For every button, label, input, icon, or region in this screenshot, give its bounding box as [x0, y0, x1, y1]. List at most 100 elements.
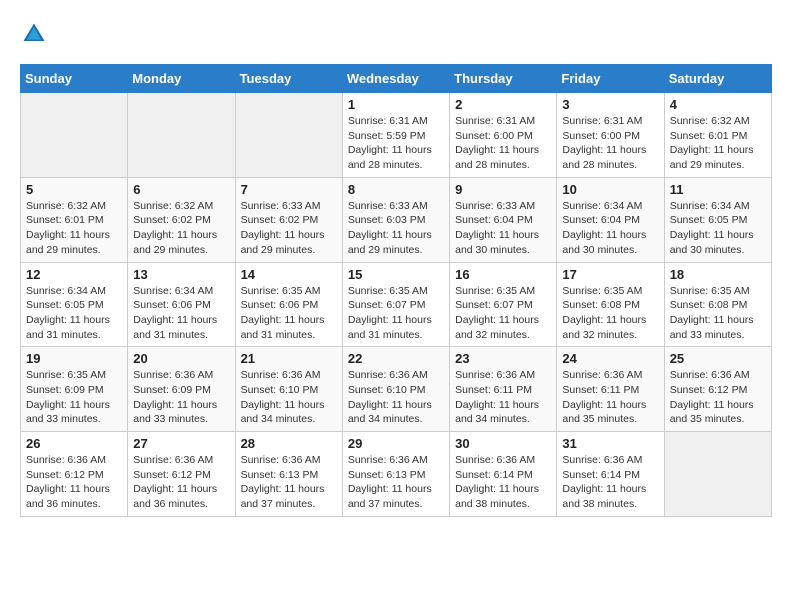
cell-info: Sunrise: 6:33 AMSunset: 6:03 PMDaylight:…	[348, 199, 444, 258]
day-number: 8	[348, 182, 444, 197]
cell-info: Sunrise: 6:32 AMSunset: 6:01 PMDaylight:…	[670, 114, 766, 173]
calendar-cell	[128, 93, 235, 178]
page-header	[20, 20, 772, 48]
calendar-cell: 9 Sunrise: 6:33 AMSunset: 6:04 PMDaylight…	[450, 177, 557, 262]
day-number: 6	[133, 182, 229, 197]
day-number: 24	[562, 351, 658, 366]
day-number: 2	[455, 97, 551, 112]
calendar-cell: 14 Sunrise: 6:35 AMSunset: 6:06 PMDayligh…	[235, 262, 342, 347]
calendar-cell	[21, 93, 128, 178]
cell-info: Sunrise: 6:36 AMSunset: 6:12 PMDaylight:…	[670, 368, 766, 427]
calendar-week-row: 5 Sunrise: 6:32 AMSunset: 6:01 PMDaylight…	[21, 177, 772, 262]
day-number: 17	[562, 267, 658, 282]
calendar-cell: 22Sunrise: 6:36 AMSunset: 6:10 PMDayligh…	[342, 347, 449, 432]
day-number: 4	[670, 97, 766, 112]
day-number: 19	[26, 351, 122, 366]
day-number: 5	[26, 182, 122, 197]
cell-info: Sunrise: 6:34 AMSunset: 6:05 PMDaylight:…	[670, 199, 766, 258]
calendar-week-row: 19 Sunrise: 6:35 AMSunset: 6:09 PMDayligh…	[21, 347, 772, 432]
cell-info: Sunrise: 6:31 AMSunset: 6:00 PMDaylight:…	[455, 114, 551, 173]
cell-info: Sunrise: 6:35 AMSunset: 6:08 PMDaylight:…	[562, 284, 658, 343]
calendar-cell: 10 Sunrise: 6:34 AMSunset: 6:04 PMDayligh…	[557, 177, 664, 262]
day-number: 31	[562, 436, 658, 451]
calendar-cell: 28 Sunrise: 6:36 AMSunset: 6:13 PMDayligh…	[235, 432, 342, 517]
calendar-cell: 26 Sunrise: 6:36 AMSunset: 6:12 PMDayligh…	[21, 432, 128, 517]
cell-info: Sunrise: 6:36 AMSunset: 6:12 PMDaylight:…	[133, 453, 229, 512]
day-number: 21	[241, 351, 337, 366]
day-number: 7	[241, 182, 337, 197]
day-number: 10	[562, 182, 658, 197]
day-number: 16	[455, 267, 551, 282]
calendar-cell: 7 Sunrise: 6:33 AMSunset: 6:02 PMDaylight…	[235, 177, 342, 262]
day-number: 22	[348, 351, 444, 366]
cell-info: Sunrise: 6:33 AMSunset: 6:02 PMDaylight:…	[241, 199, 337, 258]
day-number: 30	[455, 436, 551, 451]
day-number: 27	[133, 436, 229, 451]
column-header-thursday: Thursday	[450, 65, 557, 93]
day-number: 23	[455, 351, 551, 366]
cell-info: Sunrise: 6:36 AMSunset: 6:12 PMDaylight:…	[26, 453, 122, 512]
calendar-cell: 11 Sunrise: 6:34 AMSunset: 6:05 PMDayligh…	[664, 177, 771, 262]
calendar-header-row: SundayMondayTuesdayWednesdayThursdayFrid…	[21, 65, 772, 93]
cell-info: Sunrise: 6:32 AMSunset: 6:01 PMDaylight:…	[26, 199, 122, 258]
logo-icon	[20, 20, 48, 48]
cell-info: Sunrise: 6:36 AMSunset: 6:13 PMDaylight:…	[241, 453, 337, 512]
calendar-cell: 13 Sunrise: 6:34 AMSunset: 6:06 PMDayligh…	[128, 262, 235, 347]
calendar-cell	[664, 432, 771, 517]
column-header-wednesday: Wednesday	[342, 65, 449, 93]
calendar-cell: 30 Sunrise: 6:36 AMSunset: 6:14 PMDayligh…	[450, 432, 557, 517]
calendar-cell: 25 Sunrise: 6:36 AMSunset: 6:12 PMDayligh…	[664, 347, 771, 432]
cell-info: Sunrise: 6:34 AMSunset: 6:05 PMDaylight:…	[26, 284, 122, 343]
calendar-cell: 17 Sunrise: 6:35 AMSunset: 6:08 PMDayligh…	[557, 262, 664, 347]
calendar-cell: 5 Sunrise: 6:32 AMSunset: 6:01 PMDaylight…	[21, 177, 128, 262]
day-number: 20	[133, 351, 229, 366]
day-number: 12	[26, 267, 122, 282]
day-number: 18	[670, 267, 766, 282]
calendar-cell: 4 Sunrise: 6:32 AMSunset: 6:01 PMDaylight…	[664, 93, 771, 178]
day-number: 15	[348, 267, 444, 282]
calendar-cell: 20Sunrise: 6:36 AMSunset: 6:09 PMDayligh…	[128, 347, 235, 432]
column-header-tuesday: Tuesday	[235, 65, 342, 93]
column-header-friday: Friday	[557, 65, 664, 93]
cell-info: Sunrise: 6:35 AMSunset: 6:08 PMDaylight:…	[670, 284, 766, 343]
day-number: 26	[26, 436, 122, 451]
cell-info: Sunrise: 6:35 AMSunset: 6:06 PMDaylight:…	[241, 284, 337, 343]
calendar-cell: 15 Sunrise: 6:35 AMSunset: 6:07 PMDayligh…	[342, 262, 449, 347]
day-number: 28	[241, 436, 337, 451]
day-number: 11	[670, 182, 766, 197]
calendar-cell: 8 Sunrise: 6:33 AMSunset: 6:03 PMDaylight…	[342, 177, 449, 262]
cell-info: Sunrise: 6:36 AMSunset: 6:10 PMDaylight:…	[241, 368, 337, 427]
cell-info: Sunrise: 6:32 AMSunset: 6:02 PMDaylight:…	[133, 199, 229, 258]
calendar-cell: 23 Sunrise: 6:36 AMSunset: 6:11 PMDayligh…	[450, 347, 557, 432]
calendar-cell: 3Sunrise: 6:31 AMSunset: 6:00 PMDaylight…	[557, 93, 664, 178]
day-number: 14	[241, 267, 337, 282]
day-number: 9	[455, 182, 551, 197]
cell-info: Sunrise: 6:34 AMSunset: 6:04 PMDaylight:…	[562, 199, 658, 258]
calendar-cell: 1Sunrise: 6:31 AMSunset: 5:59 PMDaylight…	[342, 93, 449, 178]
cell-info: Sunrise: 6:36 AMSunset: 6:14 PMDaylight:…	[455, 453, 551, 512]
calendar-week-row: 1Sunrise: 6:31 AMSunset: 5:59 PMDaylight…	[21, 93, 772, 178]
calendar-cell: 2 Sunrise: 6:31 AMSunset: 6:00 PMDaylight…	[450, 93, 557, 178]
calendar-cell: 6 Sunrise: 6:32 AMSunset: 6:02 PMDaylight…	[128, 177, 235, 262]
calendar-cell: 21 Sunrise: 6:36 AMSunset: 6:10 PMDayligh…	[235, 347, 342, 432]
cell-info: Sunrise: 6:33 AMSunset: 6:04 PMDaylight:…	[455, 199, 551, 258]
cell-info: Sunrise: 6:31 AMSunset: 6:00 PMDaylight:…	[562, 114, 658, 173]
day-number: 13	[133, 267, 229, 282]
calendar-cell: 19 Sunrise: 6:35 AMSunset: 6:09 PMDayligh…	[21, 347, 128, 432]
cell-info: Sunrise: 6:36 AMSunset: 6:14 PMDaylight:…	[562, 453, 658, 512]
day-number: 29	[348, 436, 444, 451]
calendar-cell: 24 Sunrise: 6:36 AMSunset: 6:11 PMDayligh…	[557, 347, 664, 432]
calendar-week-row: 26 Sunrise: 6:36 AMSunset: 6:12 PMDayligh…	[21, 432, 772, 517]
cell-info: Sunrise: 6:36 AMSunset: 6:11 PMDaylight:…	[562, 368, 658, 427]
calendar-cell: 16 Sunrise: 6:35 AMSunset: 6:07 PMDayligh…	[450, 262, 557, 347]
cell-info: Sunrise: 6:35 AMSunset: 6:07 PMDaylight:…	[348, 284, 444, 343]
cell-info: Sunrise: 6:36 AMSunset: 6:13 PMDaylight:…	[348, 453, 444, 512]
cell-info: Sunrise: 6:36 AMSunset: 6:11 PMDaylight:…	[455, 368, 551, 427]
day-number: 1	[348, 97, 444, 112]
cell-info: Sunrise: 6:34 AMSunset: 6:06 PMDaylight:…	[133, 284, 229, 343]
calendar-cell: 12 Sunrise: 6:34 AMSunset: 6:05 PMDayligh…	[21, 262, 128, 347]
cell-info: Sunrise: 6:35 AMSunset: 6:09 PMDaylight:…	[26, 368, 122, 427]
day-number: 25	[670, 351, 766, 366]
cell-info: Sunrise: 6:35 AMSunset: 6:07 PMDaylight:…	[455, 284, 551, 343]
column-header-monday: Monday	[128, 65, 235, 93]
